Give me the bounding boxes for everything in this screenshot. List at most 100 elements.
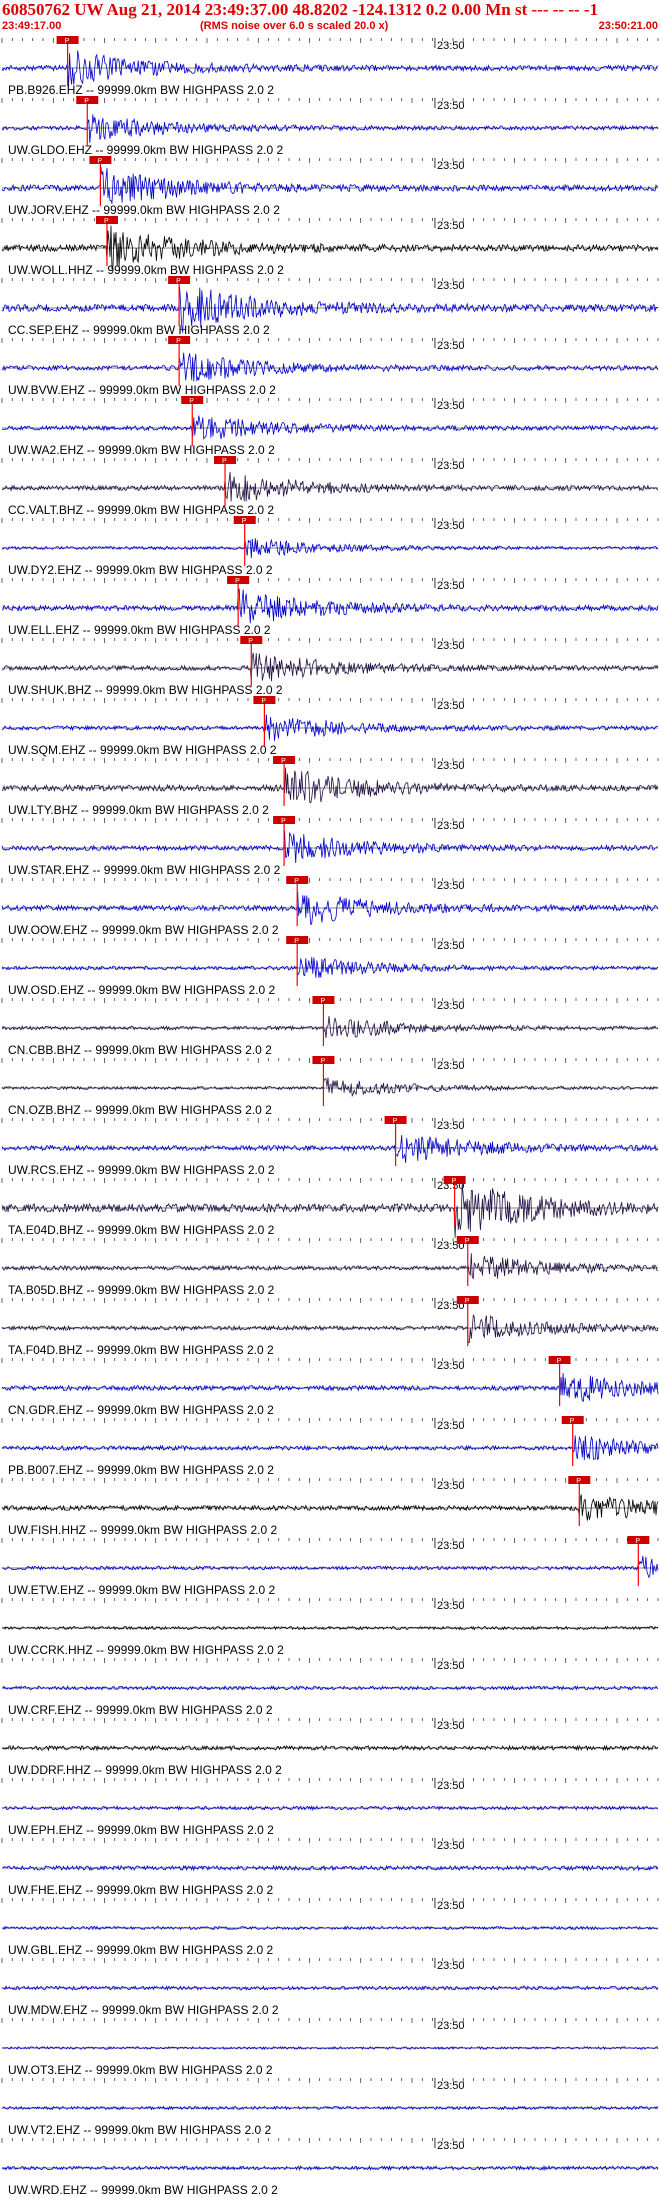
minute-tick-label: 23:50 (437, 1480, 465, 1492)
minute-tick-label: 23:50 (437, 400, 465, 412)
pick-marker-label: P (97, 158, 102, 165)
station-label: UW.GBL.EHZ -- 99999.0km BW HIGHPASS 2.0 … (8, 1943, 274, 1957)
station-label: UW.BVW.EHZ -- 99999.0km BW HIGHPASS 2.0 … (8, 383, 276, 397)
minute-tick-label: 23:50 (437, 1600, 465, 1612)
trace-29: 23:50 UW.EPH.EHZ -- 99999.0km BW HIGHPASS… (1, 1778, 659, 1837)
minute-tick-label: 23:50 (437, 880, 465, 892)
trace-17: 23:50 CN.OZB.BHZ -- 99999.0km BW HIGHPASS… (1, 1056, 659, 1117)
minute-tick-label: 23:50 (437, 340, 465, 352)
waveform (1, 767, 659, 804)
trace-32: 23:50 UW.MDW.EHZ -- 99999.0km BW HIGHPASS… (1, 1958, 659, 2017)
waveform (1, 714, 658, 741)
station-label: UW.SQM.EHZ -- 99999.0km BW HIGHPASS 2.0 … (8, 743, 277, 757)
pick-marker-label: P (65, 38, 70, 45)
trace-14: 23:50 UW.OOW.EHZ -- 99999.0km BW HIGHPASS… (1, 876, 659, 937)
minute-tick-label: 23:50 (437, 820, 465, 832)
station-label: UW.ELL.EHZ -- 99999.0km BW HIGHPASS 2.0 … (8, 623, 271, 637)
waveform (1, 1077, 659, 1098)
pick-marker-label: P (320, 1058, 325, 1065)
station-label: PB.B926.EHZ -- 99999.0km BW HIGHPASS 2.0… (8, 83, 274, 97)
trace-25: 23:50 UW.ETW.EHZ -- 99999.0km BW HIGHPASS… (1, 1536, 659, 1597)
minute-tick-label: 23:50 (437, 1360, 465, 1372)
minute-tick-label: 23:50 (437, 1060, 465, 1072)
trace-1: 23:50 UW.GLDO.EHZ -- 99999.0km BW HIGHPAS… (1, 96, 659, 157)
station-label: CC.VALT.BHZ -- 99999.0km BW HIGHPASS 2.0… (8, 503, 274, 517)
pick-marker-label: P (222, 458, 227, 465)
trace-22: 23:50 CN.GDR.EHZ -- 99999.0km BW HIGHPASS… (1, 1356, 659, 1417)
station-label: UW.OSD.EHZ -- 99999.0km BW HIGHPASS 2.0 … (8, 983, 276, 997)
trace-35: 23:50 UW.WRD.EHZ -- 99999.0km BW HIGHPASS… (1, 2138, 659, 2197)
trace-23: 23:50 PB.B007.EHZ -- 99999.0km BW HIGHPAS… (1, 1416, 659, 1477)
pick-marker-label: P (248, 638, 253, 645)
pick-marker-label: P (281, 818, 286, 825)
pick-marker-label: P (570, 1418, 575, 1425)
station-label: UW.CCRK.HHZ -- 99999.0km BW HIGHPASS 2.0… (8, 1643, 284, 1657)
waveform (1, 1313, 659, 1343)
station-label: UW.SHUK.BHZ -- 99999.0km BW HIGHPASS 2.0… (8, 683, 283, 697)
trace-20: 23:50TA.B05D.BHZ -- 99999.0km BW HIGHPAS… (1, 1236, 659, 1297)
waveform (1, 1016, 659, 1039)
trace-9: 23:50 UW.ELL.EHZ -- 99999.0km BW HIGHPASS… (1, 576, 659, 637)
trace-5: 23:50 UW.BVW.EHZ -- 99999.0km BW HIGHPASS… (1, 336, 659, 397)
station-label: UW.DDRF.HHZ -- 99999.0km BW HIGHPASS 2.0… (8, 1763, 282, 1777)
pick-marker-label: P (242, 518, 247, 525)
trace-31: 23:50 UW.GBL.EHZ -- 99999.0km BW HIGHPASS… (1, 1898, 659, 1957)
trace-11: 23:50 UW.SQM.EHZ -- 99999.0km BW HIGHPASS… (1, 696, 659, 757)
station-label: UW.DY2.EHZ -- 99999.0km BW HIGHPASS 2.0 … (8, 563, 273, 577)
trace-10: 23:50 UW.SHUK.BHZ -- 99999.0km BW HIGHPAS… (1, 636, 659, 697)
waveform (1, 956, 659, 978)
station-label: UW.CRF.EHZ -- 99999.0km BW HIGHPASS 2.0 … (8, 1703, 273, 1717)
minute-tick-label: 23:50 (437, 1720, 465, 1732)
trace-7: 23:50 CC.VALT.BHZ -- 99999.0km BW HIGHPAS… (1, 456, 659, 517)
waveform (1, 471, 659, 502)
station-label: UW.GLDO.EHZ -- 99999.0km BW HIGHPASS 2.0… (8, 143, 284, 157)
pick-marker-label: P (176, 338, 181, 345)
station-label: UW.FHE.EHZ -- 99999.0km BW HIGHPASS 2.0 … (8, 1883, 274, 1897)
trace-27: 23:50 UW.CRF.EHZ -- 99999.0km BW HIGHPASS… (1, 1658, 659, 1717)
waveform (1, 50, 659, 88)
trace-0: 23:50 PB.B926.EHZ -- 99999.0km BW HIGHPAS… (1, 36, 659, 97)
waveform (1, 830, 659, 864)
minute-tick-label: 23:50 (437, 1840, 465, 1852)
trace-12: 23:50 UW.LTY.BHZ -- 99999.0km BW HIGHPASS… (1, 756, 659, 817)
minute-tick-label: 23:50 (437, 1900, 465, 1912)
pick-marker-label: P (281, 758, 286, 765)
trace-6: 23:50 UW.WA2.EHZ -- 99999.0km BW HIGHPASS… (1, 396, 659, 457)
station-label: UW.VT2.EHZ -- 99999.0km BW HIGHPASS 2.0 … (8, 2123, 272, 2137)
minute-tick-label: 23:50 (437, 2080, 465, 2092)
minute-tick-label: 23:50 (437, 1780, 465, 1792)
minute-tick-label: 23:50 (437, 1000, 465, 1012)
trace-13: 23:50 UW.STAR.EHZ -- 99999.0km BW HIGHPAS… (1, 816, 659, 877)
waveform (1, 352, 659, 382)
minute-tick-label: 23:50 (437, 160, 465, 172)
minute-tick-label: 23:50 (437, 580, 465, 592)
trace-19: 23:50TA.E04D.BHZ -- 99999.0km BW HIGHPAS… (1, 1176, 659, 1238)
trace-30: 23:50 UW.FHE.EHZ -- 99999.0km BW HIGHPASS… (1, 1838, 659, 1897)
station-label: CC.SEP.EHZ -- 99999.0km BW HIGHPASS 2.0 … (8, 323, 270, 337)
trace-24: 23:50 UW.FISH.HHZ -- 99999.0km BW HIGHPAS… (1, 1476, 659, 1537)
station-label: UW.LTY.BHZ -- 99999.0km BW HIGHPASS 2.0 … (8, 803, 269, 817)
waveform (1, 114, 659, 143)
trace-15: 23:50 UW.OSD.EHZ -- 99999.0km BW HIGHPASS… (1, 936, 659, 997)
trace-28: 23:50 UW.DDRF.HHZ -- 99999.0km BW HIGHPAS… (1, 1718, 659, 1777)
trace-2: 23:50 UW.JORV.EHZ -- 99999.0km BW HIGHPAS… (1, 156, 659, 217)
trace-3: 23:50 UW.WOLL.HHZ -- 99999.0km BW HIGHPAS… (1, 216, 659, 277)
station-label: TA.B05D.BHZ -- 99999.0km BW HIGHPASS 2.0… (8, 1283, 275, 1297)
minute-tick-label: 23:50 (437, 1960, 465, 1972)
minute-tick-label: 23:50 (437, 460, 465, 472)
minute-tick-label: 23:50 (437, 1420, 465, 1432)
pick-marker-label: P (557, 1358, 562, 1365)
station-label: CN.CBB.BHZ -- 99999.0km BW HIGHPASS 2.0 … (8, 1043, 272, 1057)
pick-marker-label: P (104, 218, 109, 225)
station-label: TA.E04D.BHZ -- 99999.0km BW HIGHPASS 2.0… (8, 1223, 275, 1237)
minute-tick-label: 23:50 (437, 220, 465, 232)
trace-18: 23:50 UW.RCS.EHZ -- 99999.0km BW HIGHPASS… (1, 1116, 659, 1177)
minute-tick-label: 23:50 (437, 520, 465, 532)
pick-marker-label: P (294, 878, 299, 885)
pick-marker-label: P (294, 938, 299, 945)
trace-4: 23:50 CC.SEP.EHZ -- 99999.0km BW HIGHPASS… (1, 276, 659, 337)
waveform (1, 415, 659, 441)
waveform (1, 2045, 659, 2051)
minute-tick-label: 23:50 (437, 40, 465, 52)
pick-marker-label: P (84, 98, 89, 105)
